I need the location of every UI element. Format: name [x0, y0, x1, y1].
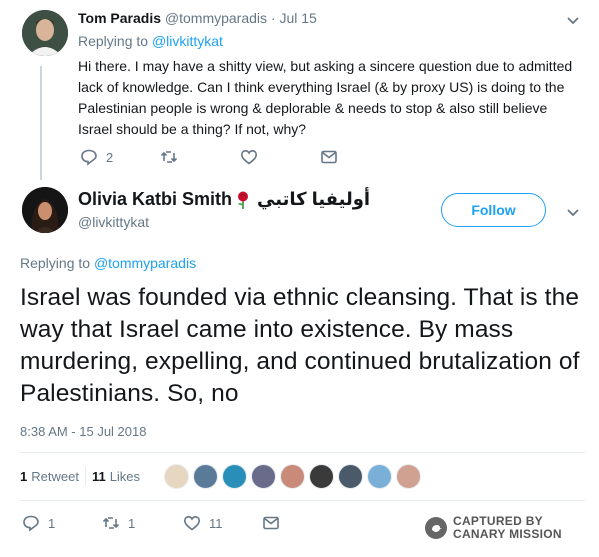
main-action-message[interactable]	[262, 514, 280, 532]
retweets-label: Retweet	[31, 468, 79, 484]
reply-tweet-header: Tom Paradis @tommyparadis · Jul 15	[78, 10, 317, 27]
main-action-like[interactable]: 11	[183, 514, 223, 532]
main-replying-to: Replying to @tommyparadis	[20, 255, 196, 271]
replying-prefix: Replying to	[78, 33, 149, 49]
main-tweet-text: Israel was founded via ethnic cleansing.…	[20, 284, 580, 407]
retweets-stat[interactable]: 1 Retweet	[20, 469, 79, 484]
reply-count: 2	[106, 149, 114, 165]
envelope-icon	[263, 516, 279, 530]
main-retweet-count: 1	[128, 515, 136, 531]
reply-tweet-text: Hi there. I may have a shitty view, but …	[78, 58, 573, 137]
reply-action-like[interactable]	[240, 148, 258, 166]
reply-author-name[interactable]: Tom Paradis	[78, 10, 161, 26]
reply-action-retweet[interactable]	[160, 148, 178, 166]
main-author-name-row[interactable]: Olivia Katbi Smith أوليفيا كاتبي	[78, 189, 370, 210]
follow-button[interactable]: Follow	[441, 193, 546, 227]
liker-avatar[interactable]	[251, 464, 276, 489]
liker-avatar[interactable]	[222, 464, 247, 489]
reply-time[interactable]: Jul 15	[279, 10, 316, 26]
likes-label: Likes	[109, 468, 141, 484]
likers-avatar-row	[164, 464, 425, 489]
replying-to-link[interactable]: @livkittykat	[152, 33, 223, 49]
heart-icon	[183, 515, 201, 531]
retweet-icon	[160, 151, 178, 163]
reply-icon	[81, 149, 97, 166]
reply-more-caret-icon[interactable]	[565, 12, 581, 28]
engagement-stats: 1 Retweet 11 Likes	[20, 467, 140, 485]
envelope-icon	[321, 150, 337, 164]
thread-connector-line	[40, 66, 42, 180]
liker-avatar[interactable]	[396, 464, 421, 489]
canary-bird-icon	[425, 517, 447, 539]
reply-action-reply[interactable]: 2	[80, 148, 113, 166]
canary-mission-watermark: CAPTURED BY CANARY MISSION	[425, 515, 562, 541]
heart-icon	[240, 149, 258, 165]
stats-divider-bottom	[20, 500, 585, 501]
watermark-line2: CANARY MISSION	[453, 527, 562, 541]
avatar-olivia-katbi-smith[interactable]	[22, 187, 68, 233]
liker-avatar[interactable]	[193, 464, 218, 489]
main-author-handle[interactable]: @livkittykat	[78, 214, 149, 230]
liker-avatar[interactable]	[164, 464, 189, 489]
main-author-name-arabic[interactable]: أوليفيا كاتبي	[257, 189, 370, 210]
stats-divider-top	[20, 452, 585, 453]
liker-avatar[interactable]	[280, 464, 305, 489]
stats-separator	[84, 467, 86, 485]
rose-emoji-icon	[235, 191, 251, 209]
reply-author-handle[interactable]: @tommyparadis	[165, 10, 267, 26]
main-action-reply[interactable]: 1	[22, 514, 55, 532]
main-action-retweet[interactable]: 1	[102, 514, 135, 532]
liker-avatar[interactable]	[338, 464, 363, 489]
replying-prefix: Replying to	[20, 255, 91, 271]
main-reply-count: 1	[48, 515, 56, 531]
reply-replying-to: Replying to @livkittykat	[78, 33, 223, 49]
reply-action-message[interactable]	[320, 148, 338, 166]
main-author-name[interactable]: Olivia Katbi Smith	[78, 189, 232, 210]
retweet-icon	[102, 517, 120, 529]
liker-avatar[interactable]	[309, 464, 334, 489]
separator-dot: ·	[270, 10, 276, 26]
reply-icon	[23, 515, 39, 532]
avatar-tom-paradis[interactable]	[22, 10, 68, 56]
likes-number: 11	[91, 468, 106, 484]
retweets-number: 1	[20, 468, 28, 484]
main-like-count: 11	[209, 515, 223, 531]
replying-to-link[interactable]: @tommyparadis	[94, 255, 196, 271]
likes-stat[interactable]: 11 Likes	[92, 469, 140, 484]
liker-avatar[interactable]	[367, 464, 392, 489]
main-timestamp[interactable]: 8:38 AM - 15 Jul 2018	[20, 424, 146, 439]
main-more-caret-icon[interactable]	[565, 204, 581, 220]
